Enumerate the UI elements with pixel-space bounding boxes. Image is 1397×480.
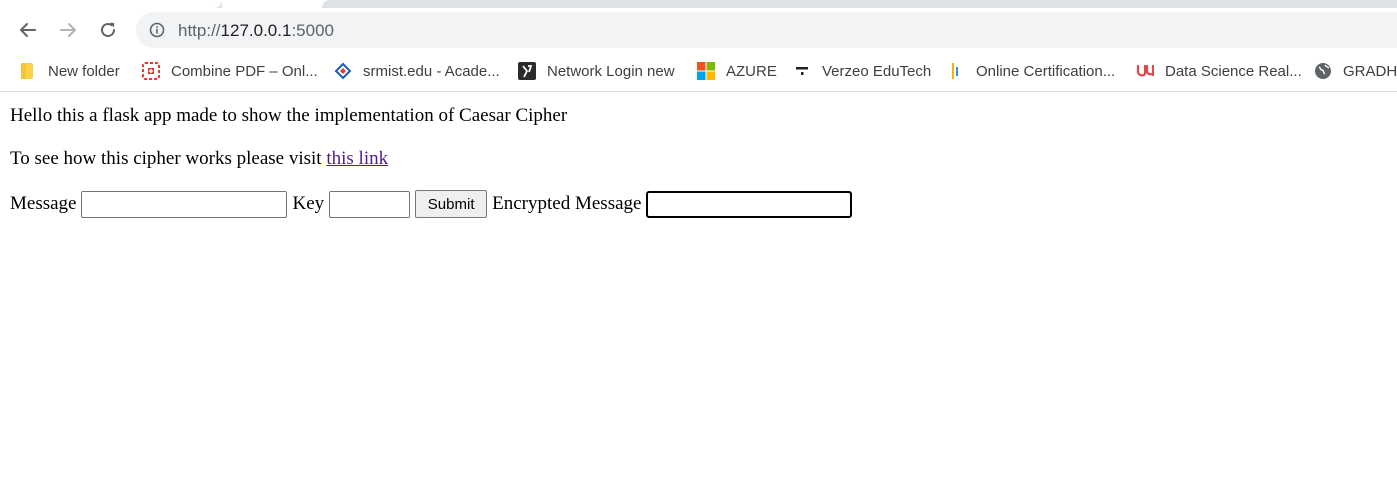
back-arrow-icon bbox=[20, 23, 36, 37]
bookmark-azure[interactable]: AZURE bbox=[697, 60, 777, 82]
bookmark-label: Online Certification... bbox=[976, 62, 1116, 80]
key-input[interactable] bbox=[329, 190, 411, 218]
encrypted-message-field[interactable] bbox=[646, 190, 853, 218]
verzeo-icon bbox=[793, 62, 811, 80]
cipher-info-link[interactable]: this link bbox=[326, 148, 388, 169]
bookmark-verzeo[interactable]: Verzeo EduTech bbox=[793, 60, 931, 82]
network-login-icon bbox=[518, 62, 536, 80]
bookmark-label: GRADHa bbox=[1343, 62, 1397, 80]
folder-icon bbox=[19, 62, 37, 80]
certification-icon bbox=[947, 62, 965, 80]
visit-paragraph: To see how this cipher works please visi… bbox=[10, 148, 388, 170]
bookmark-label: srmist.edu - Acade... bbox=[363, 62, 500, 80]
bookmark-new-folder[interactable]: New folder bbox=[19, 60, 120, 82]
reload-icon bbox=[101, 22, 115, 37]
tab-strip bbox=[0, 0, 1397, 8]
bookmark-label: New folder bbox=[48, 62, 120, 80]
encrypted-message-label: Encrypted Message bbox=[492, 193, 642, 214]
submit-button[interactable]: Submit bbox=[415, 190, 488, 218]
udemy-icon bbox=[1136, 62, 1154, 80]
combine-pdf-icon bbox=[142, 62, 160, 80]
srmist-icon bbox=[334, 62, 352, 80]
key-label: Key bbox=[292, 193, 325, 214]
inactive-tab[interactable] bbox=[222, 0, 330, 8]
bookmark-data-science[interactable]: Data Science Real... bbox=[1136, 60, 1302, 82]
active-tab[interactable] bbox=[0, 0, 222, 8]
message-label: Message bbox=[10, 193, 77, 214]
bookmark-label: AZURE bbox=[726, 62, 777, 80]
intro-text: Hello this a flask app made to show the … bbox=[10, 105, 568, 126]
microsoft-icon bbox=[697, 62, 715, 80]
forward-arrow-icon bbox=[60, 23, 76, 37]
bookmark-network-login[interactable]: Network Login new bbox=[518, 60, 675, 82]
message-input[interactable] bbox=[81, 190, 288, 218]
back-button[interactable] bbox=[14, 16, 42, 44]
forward-button[interactable] bbox=[54, 16, 82, 44]
browser-toolbar: http://127.0.0.1:5000 bbox=[0, 8, 1397, 54]
bookmark-label: Data Science Real... bbox=[1165, 62, 1302, 80]
bookmark-gradha[interactable]: GRADHa bbox=[1314, 60, 1397, 82]
bookmark-label: Network Login new bbox=[547, 62, 675, 80]
bookmark-label: Combine PDF – Onl... bbox=[171, 62, 318, 80]
bookmark-label: Verzeo EduTech bbox=[822, 62, 932, 80]
address-bar[interactable]: http://127.0.0.1:5000 bbox=[136, 12, 1397, 48]
visit-text: To see how this cipher works please visi… bbox=[10, 148, 327, 169]
reload-button[interactable] bbox=[94, 16, 122, 44]
info-icon[interactable] bbox=[149, 22, 165, 38]
bookmark-online-certification[interactable]: Online Certification... bbox=[947, 60, 1115, 82]
url-text[interactable]: http://127.0.0.1:5000 bbox=[178, 21, 334, 41]
bookmarks-bar: New folder Combine PDF – Onl... srmist.e… bbox=[0, 54, 1397, 92]
url-scheme: http:// bbox=[178, 21, 221, 40]
globe-icon bbox=[1314, 62, 1332, 80]
bookmark-srmist[interactable]: srmist.edu - Acade... bbox=[334, 60, 500, 82]
bookmark-combine-pdf[interactable]: Combine PDF – Onl... bbox=[142, 60, 318, 82]
cipher-form: Message Key Submit Encrypted Message bbox=[10, 190, 853, 218]
url-host: 127.0.0.1 bbox=[220, 21, 292, 40]
url-port: :5000 bbox=[291, 21, 334, 40]
